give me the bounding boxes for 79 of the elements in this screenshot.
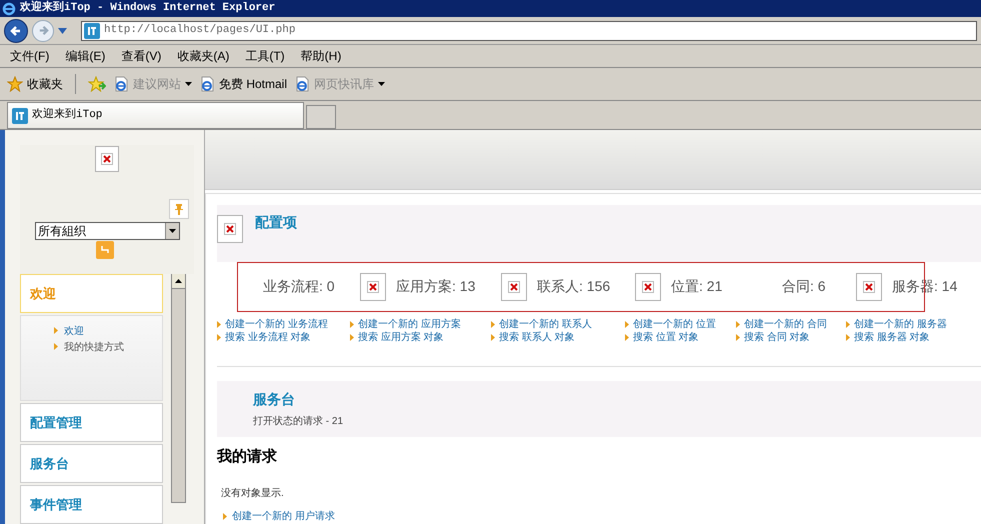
url-text: http://localhost/pages/UI.php [104, 23, 296, 38]
summary-text: 打开状态的请求 - 21 [253, 414, 344, 428]
stat-count: 联系人: 156 [537, 277, 610, 296]
scrollbar[interactable] [171, 273, 186, 503]
stat-count: 位置: 21 [671, 277, 722, 296]
bullet-icon [736, 334, 740, 340]
favorites-button[interactable]: 收藏夹 [27, 75, 63, 93]
history-dropdown-icon[interactable] [58, 28, 67, 34]
organization-select[interactable]: 所有組织 [35, 222, 180, 240]
menu-item[interactable]: 收藏夹(A) [177, 47, 230, 65]
star-icon [7, 76, 23, 92]
back-button[interactable] [4, 18, 28, 42]
caret-icon [185, 82, 192, 86]
bullet-icon [54, 343, 58, 350]
favorite-link[interactable]: 免费 Hotmail [200, 75, 288, 93]
action-link[interactable]: 创建一个新的 服务器 [854, 316, 947, 332]
document-e-icon [295, 76, 310, 92]
address-field[interactable]: http://localhost/pages/UI.php [81, 20, 977, 40]
add-favorite-icon[interactable] [88, 76, 106, 92]
hierarchy-icon [100, 245, 110, 255]
pin-icon [175, 204, 183, 214]
stat-count: 合同: 6 [782, 277, 826, 296]
action-link[interactable]: 搜索 应用方案 对象 [358, 330, 444, 344]
scroll-up-icon[interactable] [172, 274, 185, 289]
bullet-icon [846, 334, 850, 340]
action-link[interactable]: 搜索 联系人 对象 [499, 330, 575, 344]
action-link[interactable]: 创建一个新的 应用方案 [358, 316, 461, 332]
document-e-icon [200, 76, 215, 92]
bullet-icon [223, 513, 227, 520]
bullet-icon [491, 334, 495, 340]
site-logo-icon [12, 108, 28, 124]
section-title: 配置项 [255, 212, 297, 232]
new-tab-button[interactable] [306, 105, 336, 129]
accordion-header[interactable]: 服务台 [20, 444, 163, 483]
browser-e-icon [2, 2, 16, 16]
menu-item[interactable]: 查看(V) [121, 47, 162, 65]
menu-item[interactable]: 编辑(E) [65, 47, 106, 65]
action-link[interactable]: 搜索 合同 对象 [744, 330, 810, 344]
action-link[interactable]: 搜索 位置 对象 [633, 330, 699, 344]
section-title: 服务台 [253, 390, 296, 408]
action-link[interactable]: 创建一个新的 位置 [633, 316, 716, 332]
browser-tab[interactable]: 欢迎来到iTop [7, 102, 304, 129]
action-link[interactable]: 创建一个新的 业务流程 [225, 316, 328, 332]
caret-icon [378, 82, 386, 86]
bullet-icon [625, 320, 629, 328]
action-link[interactable]: 创建一个新的 合同 [744, 316, 827, 332]
bullet-icon [217, 334, 221, 340]
action-link[interactable]: 创建一个新的 用户请求 [232, 509, 335, 524]
caret-icon [169, 229, 176, 233]
bullet-icon [217, 320, 221, 328]
bullet-icon [491, 320, 495, 328]
accordion-header[interactable]: 配置管理 [20, 403, 163, 442]
section-heading: 我的请求 [217, 446, 278, 466]
stat-count: 应用方案: 13 [396, 277, 476, 296]
stat-count: 业务流程: 0 [263, 277, 335, 296]
menu-item[interactable]: 工具(T) [245, 47, 285, 65]
back-arrow-icon [10, 24, 22, 36]
bullet-icon [350, 320, 354, 328]
menu-item[interactable]: 文件(F) [10, 47, 50, 65]
action-link[interactable]: 创建一个新的 联系人 [499, 316, 592, 332]
bullet-icon [54, 327, 58, 334]
bullet-icon [736, 320, 740, 328]
action-link[interactable]: 搜索 服务器 对象 [854, 330, 930, 344]
empty-message: 没有对象显示. [220, 486, 285, 501]
bullet-icon [625, 334, 629, 340]
menu-link[interactable]: 欢迎 [64, 324, 134, 339]
hierarchy-button[interactable] [96, 241, 114, 259]
pin-button[interactable] [169, 199, 189, 219]
menu-item[interactable]: 帮助(H) [300, 47, 342, 65]
document-e-icon [114, 76, 129, 92]
bullet-icon [846, 320, 850, 328]
forward-arrow-icon [38, 25, 48, 36]
site-logo-icon [84, 22, 100, 38]
accordion-header[interactable]: 事件管理 [20, 485, 163, 524]
action-link[interactable]: 搜索 业务流程 对象 [225, 330, 311, 344]
bullet-icon [350, 334, 354, 340]
menu-link[interactable]: 我的快捷方式 [64, 340, 134, 355]
broken-image-icon [95, 146, 119, 172]
window-title: 欢迎来到iTop - Windows Internet Explorer [20, 0, 276, 16]
